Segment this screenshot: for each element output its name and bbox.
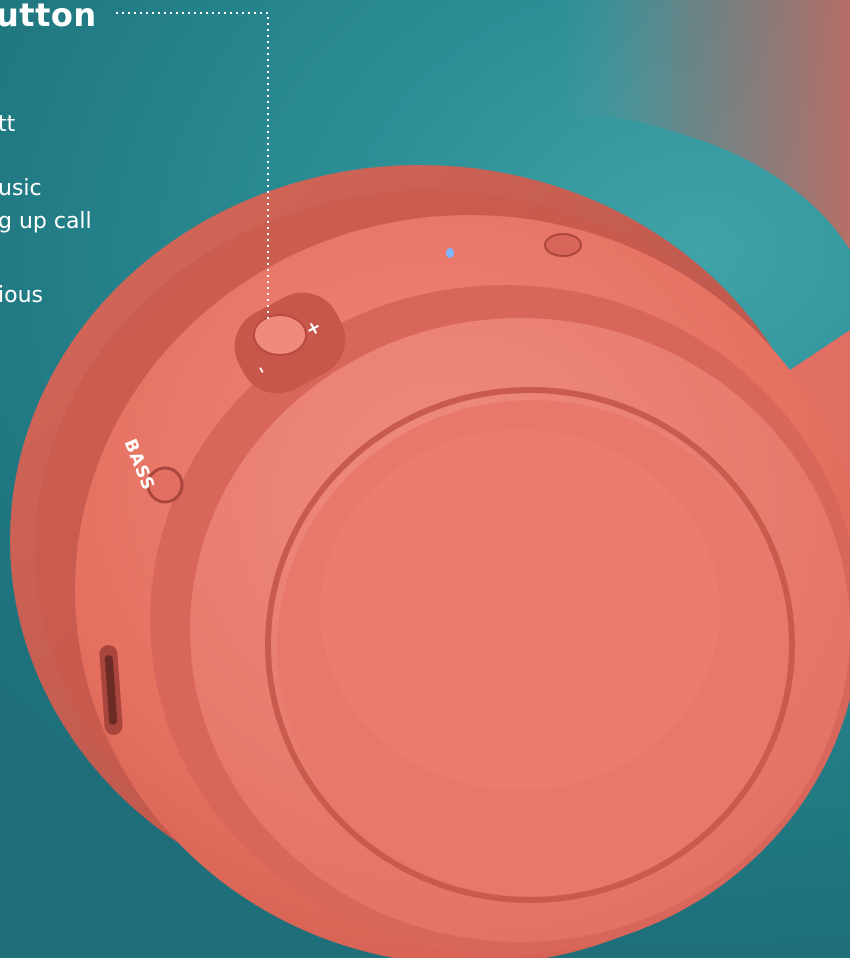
headphone-illustration <box>10 0 850 958</box>
callout-line-4: ious <box>0 283 43 308</box>
callout-line-1: tt <box>0 112 16 137</box>
callout-line-2: usic <box>0 176 42 201</box>
led-indicator-icon <box>446 248 454 258</box>
volume-button <box>253 314 307 356</box>
callout-title: utton <box>0 0 97 34</box>
power-icon <box>544 233 582 257</box>
callout-line-3: g up call <box>0 209 92 234</box>
product-photo: utton tt usic g up call ious BASS + – <box>0 0 850 958</box>
